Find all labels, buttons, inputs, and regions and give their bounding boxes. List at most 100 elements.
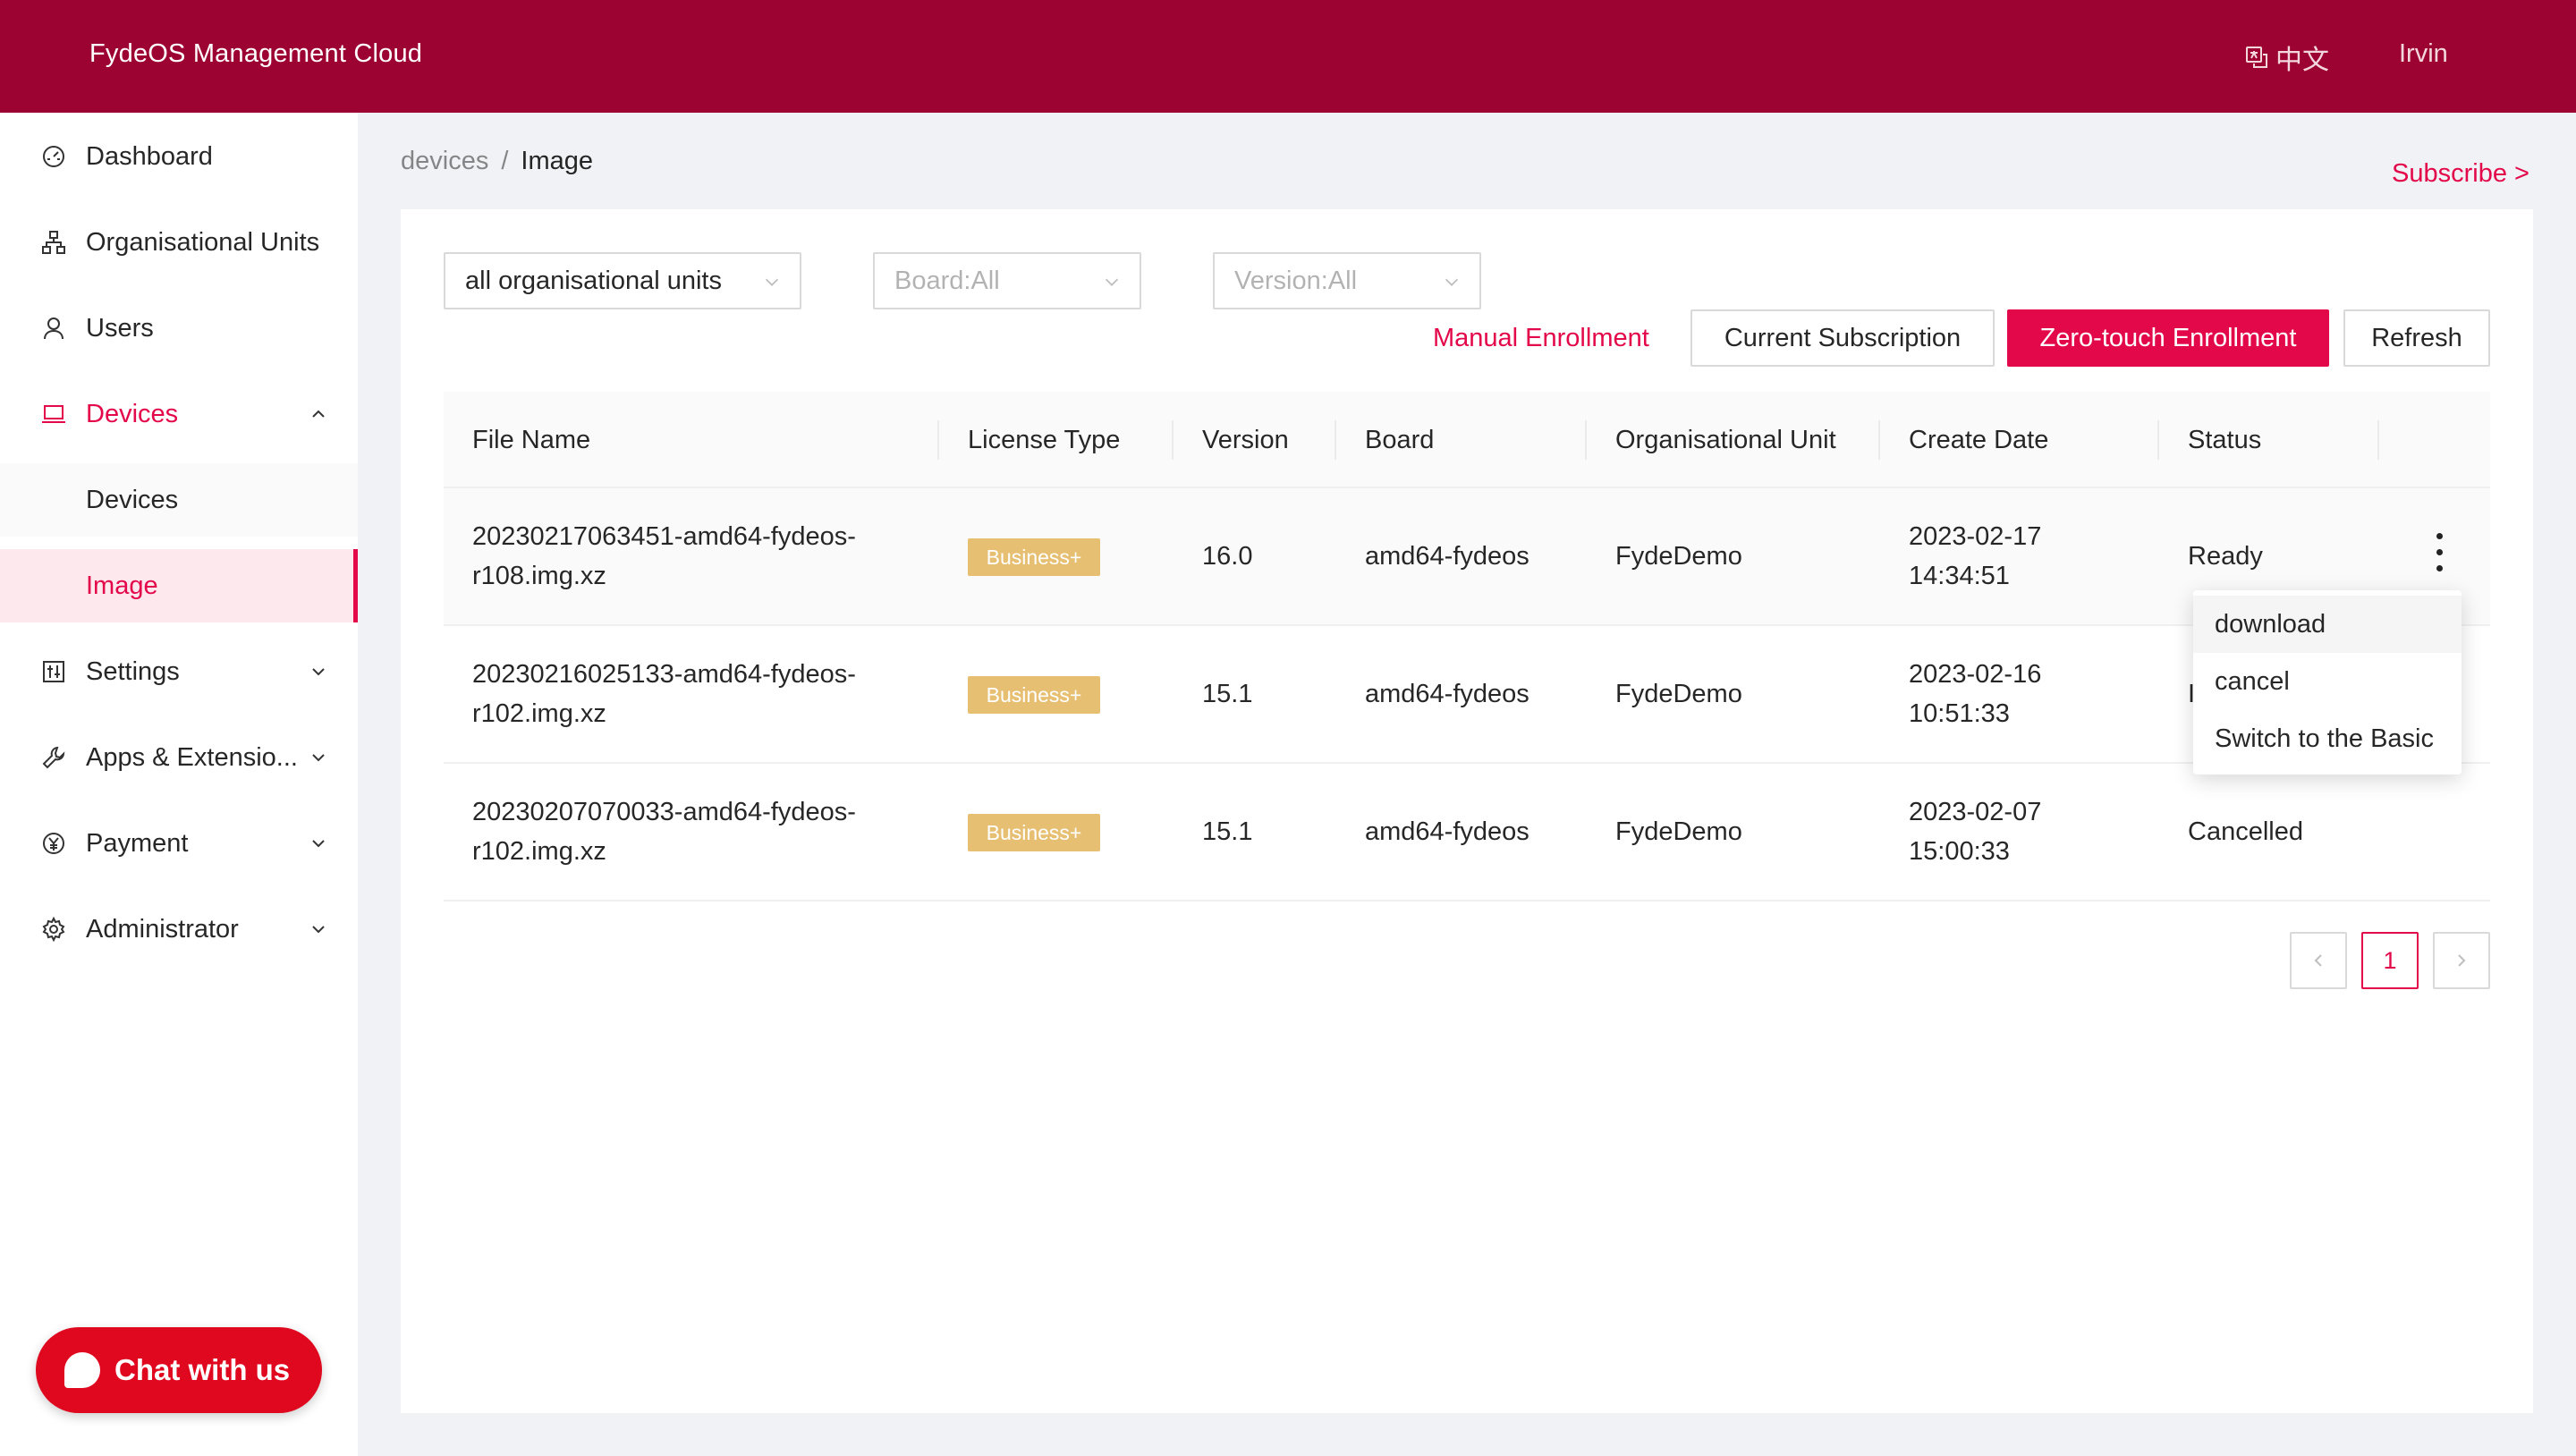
sidebar-item-label: Administrator <box>86 914 239 944</box>
file-name-cell: 20230217063451-amd64-fydeos- r108.img.xz <box>472 517 856 596</box>
settings-sliders-icon <box>39 657 68 686</box>
column-divider <box>2377 420 2379 460</box>
chevron-down-icon <box>312 668 325 676</box>
sidebar-item-label: Organisational Units <box>86 227 320 257</box>
org-tree-icon <box>39 228 68 257</box>
column-header-license-type[interactable]: License Type <box>968 392 1120 488</box>
chevron-down-icon <box>312 926 325 934</box>
sidebar-item-dashboard[interactable]: Dashboard <box>0 120 358 193</box>
subscribe-link[interactable]: Subscribe > <box>2392 159 2529 189</box>
chat-bubble-icon <box>64 1352 100 1388</box>
version-cell: 15.1 <box>1202 680 1253 708</box>
sidebar-subitem-image[interactable]: Image <box>0 549 358 622</box>
file-name-line: 20230217063451-amd64-fydeos- <box>472 522 856 551</box>
status-cell: Ready <box>2188 542 2263 571</box>
sidebar-item-settings[interactable]: Settings <box>0 635 358 708</box>
language-label: 中文 <box>2275 46 2329 75</box>
table-row[interactable]: 20230217063451-amd64-fydeos- r108.img.xz… <box>444 488 2490 626</box>
org-unit-cell: FydeDemo <box>1615 542 1742 571</box>
version-select[interactable]: Version:All <box>1213 252 1481 309</box>
column-divider <box>2157 420 2159 460</box>
prev-page-button[interactable] <box>2290 932 2347 989</box>
create-time: 14:34:51 <box>1909 562 2010 590</box>
menu-item-switch-to-basic[interactable]: Switch to the Basic <box>2193 710 2462 767</box>
sidebar-item-payment[interactable]: Payment <box>0 807 358 880</box>
table-header: File Name License Type Version Board Org… <box>444 392 2490 488</box>
more-actions-icon[interactable] <box>2435 533 2444 578</box>
sidebar-item-label: Image <box>86 571 158 600</box>
chevron-down-icon <box>312 754 325 762</box>
sidebar-item-administrator[interactable]: Administrator <box>0 893 358 966</box>
menu-item-cancel[interactable]: cancel <box>2193 653 2462 710</box>
top-bar: FydeOS Management Cloud 中文 Irvin <box>0 0 2576 113</box>
column-header-file-name[interactable]: File Name <box>472 392 590 488</box>
board-select[interactable]: Board:All <box>873 252 1141 309</box>
language-switch[interactable]: 中文 <box>2243 38 2329 77</box>
sidebar-item-apps-extensions[interactable]: Apps & Extensio... <box>0 721 358 794</box>
board-cell: amd64-fydeos <box>1365 542 1530 571</box>
sidebar-item-users[interactable]: Users <box>0 292 358 365</box>
next-page-button[interactable] <box>2433 932 2490 989</box>
table-row[interactable]: 20230216025133-amd64-fydeos- r102.img.xz… <box>444 626 2490 764</box>
create-date: 2023-02-07 <box>1909 798 2042 826</box>
column-header-organisational-unit[interactable]: Organisational Unit <box>1615 392 1836 488</box>
zero-touch-enrollment-button[interactable]: Zero-touch Enrollment <box>2007 309 2329 367</box>
create-date: 2023-02-17 <box>1909 522 2042 551</box>
file-name-line: 20230216025133-amd64-fydeos- <box>472 660 856 689</box>
sidebar-item-organisational-units[interactable]: Organisational Units <box>0 206 358 279</box>
current-subscription-button[interactable]: Current Subscription <box>1690 309 1995 367</box>
column-header-status[interactable]: Status <box>2188 392 2261 488</box>
file-name-line: r102.img.xz <box>472 699 606 728</box>
chat-with-us-button[interactable]: Chat with us <box>36 1327 322 1413</box>
sidebar: Dashboard Organisational Units Users Dev… <box>0 113 358 1456</box>
chevron-down-icon <box>1105 278 1119 286</box>
row-actions-menu: download cancel Switch to the Basic <box>2193 590 2462 775</box>
user-menu[interactable]: Irvin <box>2399 39 2448 69</box>
manual-enrollment-button[interactable]: Manual Enrollment <box>1433 324 1649 353</box>
menu-item-download[interactable]: download <box>2193 596 2462 653</box>
column-divider <box>1335 420 1336 460</box>
breadcrumb-devices[interactable]: devices <box>401 147 488 175</box>
table-row[interactable]: 20230207070033-amd64-fydeos- r102.img.xz… <box>444 764 2490 902</box>
sidebar-item-label: Users <box>86 313 154 343</box>
org-unit-select[interactable]: all organisational units <box>444 252 801 309</box>
board-cell: amd64-fydeos <box>1365 817 1530 846</box>
chevron-right-icon <box>2458 954 2466 967</box>
status-cell: Cancelled <box>2188 817 2303 846</box>
gear-icon <box>39 915 68 944</box>
create-time: 15:00:33 <box>1909 837 2010 866</box>
dashboard-icon <box>39 142 68 171</box>
create-time: 10:51:33 <box>1909 699 2010 728</box>
laptop-icon <box>39 400 68 428</box>
sidebar-item-label: Devices <box>86 399 179 428</box>
org-unit-cell: FydeDemo <box>1615 680 1742 708</box>
file-name-line: r108.img.xz <box>472 562 606 590</box>
breadcrumb-current: Image <box>521 147 593 175</box>
license-badge: Business+ <box>968 814 1100 851</box>
wrench-icon <box>39 743 68 772</box>
column-header-create-date[interactable]: Create Date <box>1909 392 2048 488</box>
file-name-cell: 20230207070033-amd64-fydeos- r102.img.xz <box>472 792 856 871</box>
page-number-button[interactable]: 1 <box>2361 932 2419 989</box>
column-header-board[interactable]: Board <box>1365 392 1434 488</box>
version-cell: 16.0 <box>1202 542 1253 571</box>
chevron-up-icon <box>312 410 325 418</box>
sidebar-item-label: Payment <box>86 828 189 858</box>
column-divider <box>937 420 939 460</box>
column-header-version[interactable]: Version <box>1202 392 1289 488</box>
breadcrumb-separator: / <box>501 147 509 175</box>
sidebar-item-label: Devices <box>86 485 179 514</box>
org-unit-select-value: all organisational units <box>465 266 722 295</box>
chevron-left-icon <box>2314 954 2322 967</box>
file-name-line: r102.img.xz <box>472 837 606 866</box>
column-divider <box>1585 420 1587 460</box>
version-select-value: Version:All <box>1234 266 1358 295</box>
chevron-down-icon <box>1445 278 1459 286</box>
sidebar-item-devices[interactable]: Devices <box>0 377 358 451</box>
refresh-button[interactable]: Refresh <box>2343 309 2490 367</box>
breadcrumb: devices / Image <box>401 147 593 176</box>
yen-circle-icon <box>39 829 68 858</box>
sidebar-subitem-devices[interactable]: Devices <box>0 463 358 537</box>
create-date-cell: 2023-02-17 14:34:51 <box>1909 517 2041 596</box>
license-badge: Business+ <box>968 538 1100 576</box>
